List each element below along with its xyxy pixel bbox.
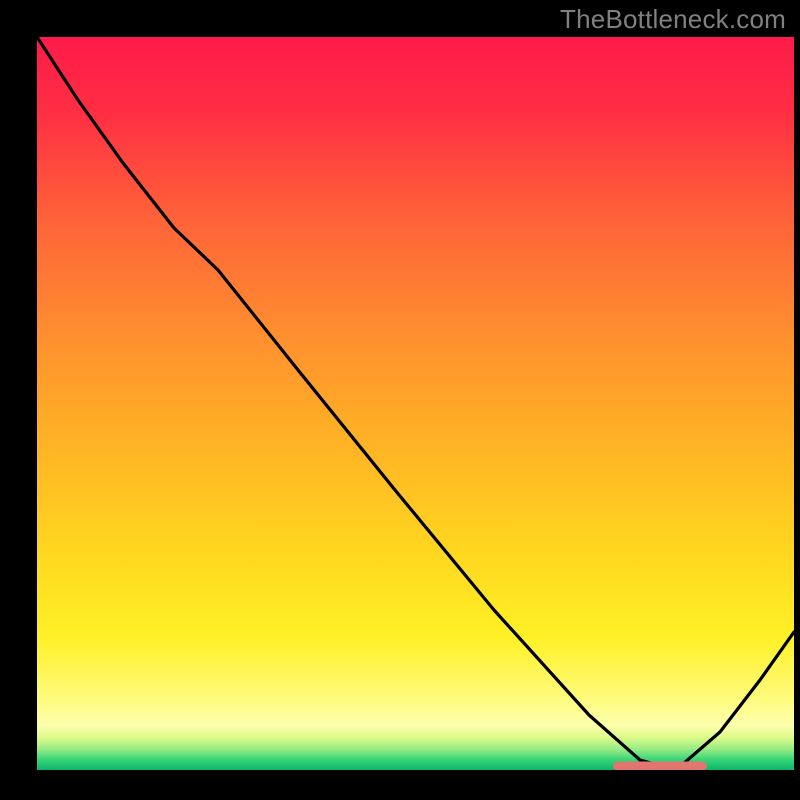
bottleneck-chart	[0, 0, 800, 800]
app-root: TheBottleneck.com	[0, 0, 800, 800]
optimal-range-marker	[613, 762, 707, 771]
watermark-label: TheBottleneck.com	[560, 4, 786, 35]
heat-gradient-background	[37, 37, 794, 770]
